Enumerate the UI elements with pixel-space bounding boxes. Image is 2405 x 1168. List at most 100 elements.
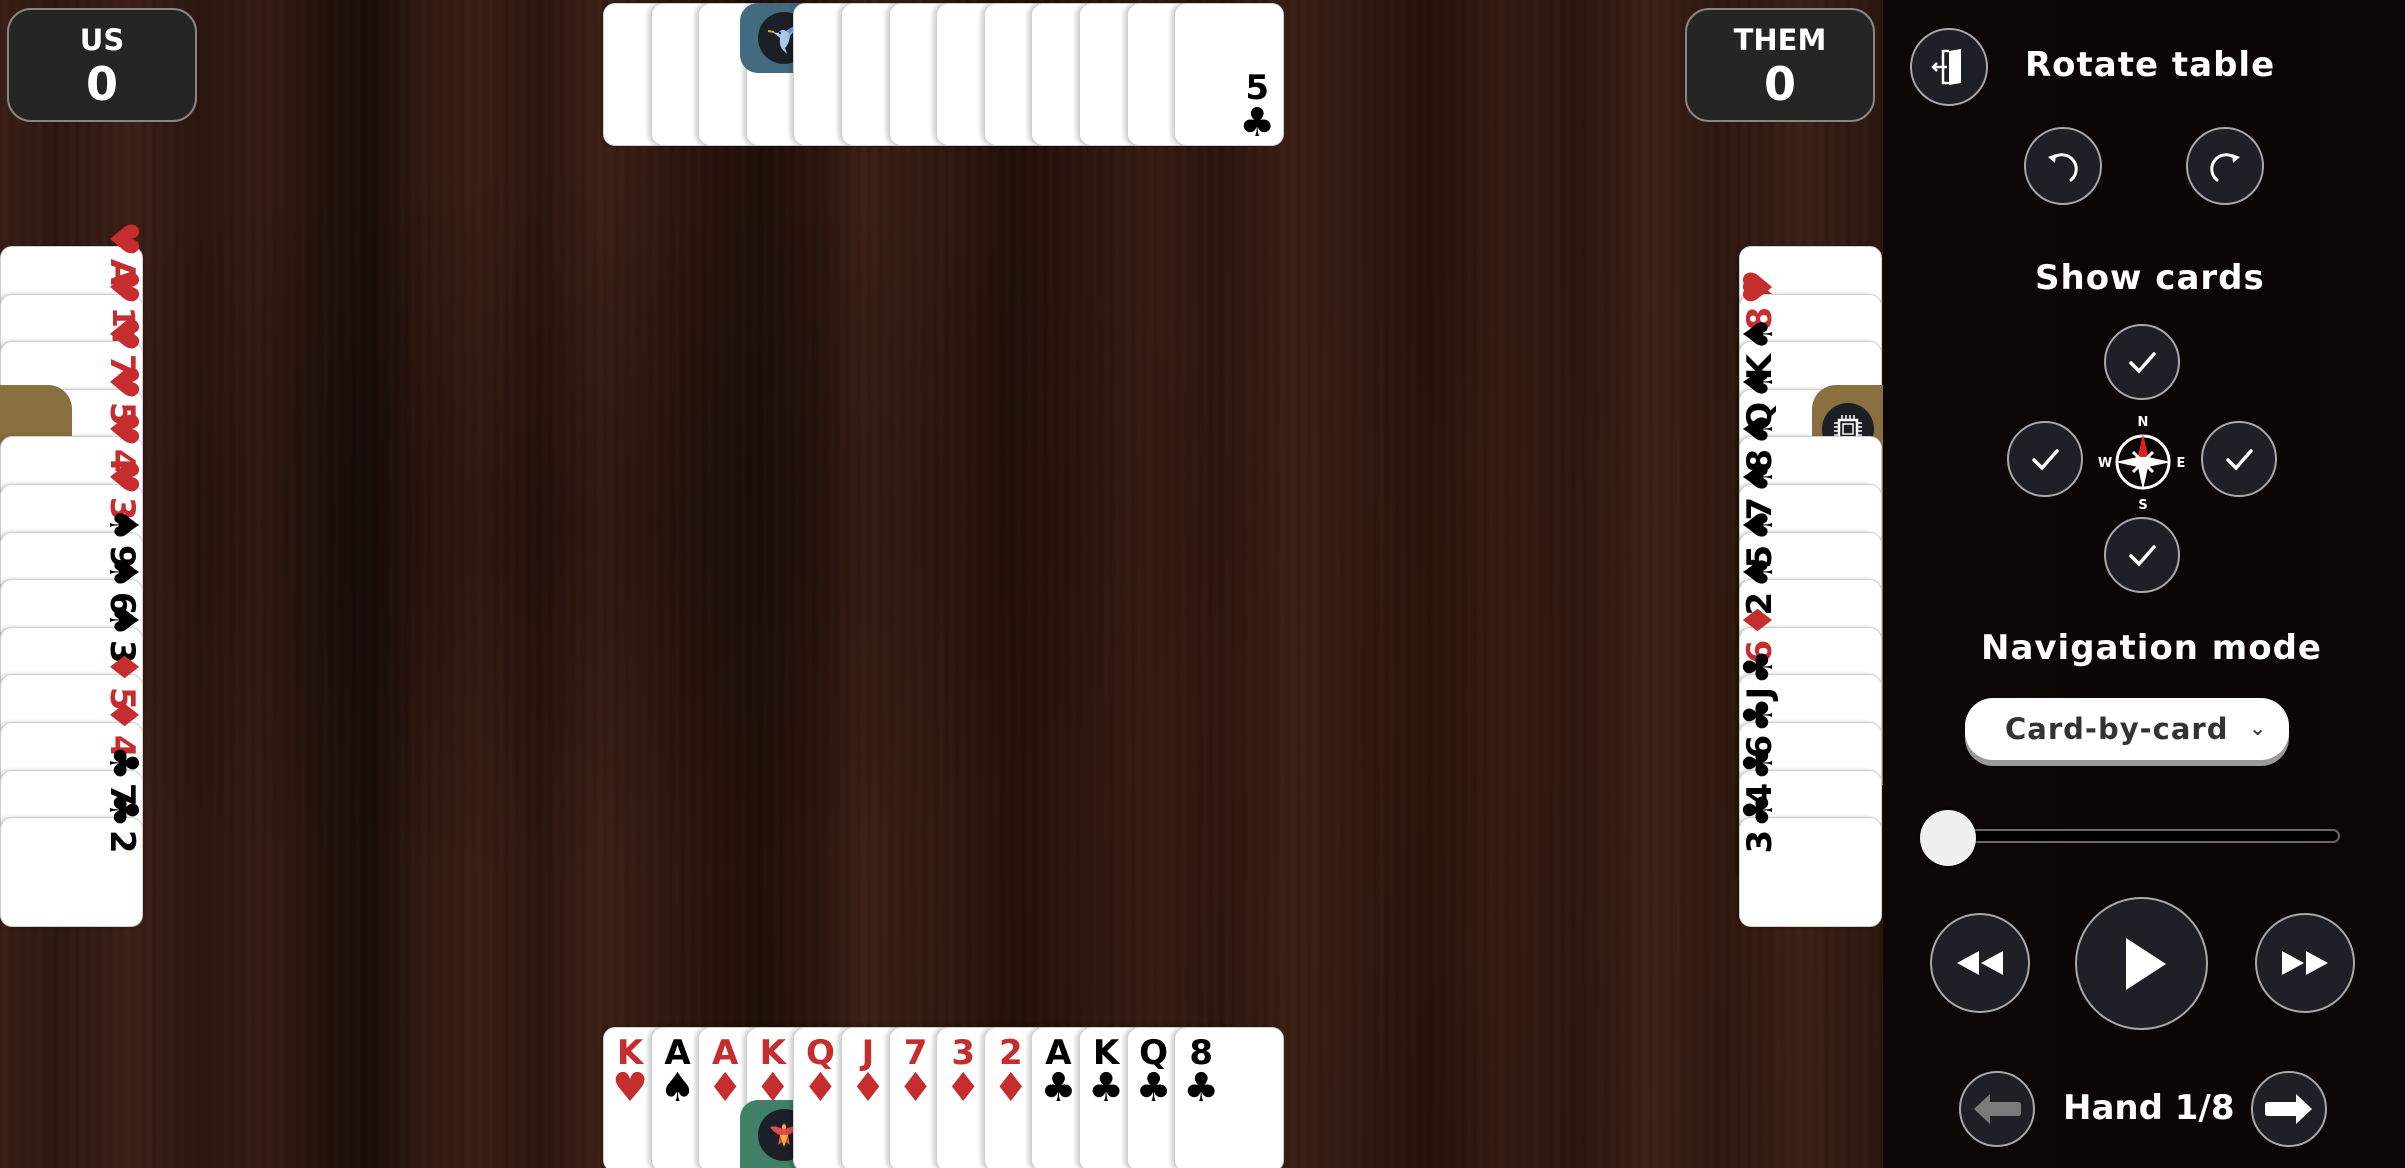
card-index: 3 ♦ [941, 1036, 985, 1108]
card-index: 7 ♦ [894, 1036, 938, 1108]
checkmark-icon [2032, 449, 2059, 471]
card-suit-icon: ♠ [659, 1065, 696, 1111]
compass-n-label: N [2138, 415, 2149, 430]
card-suit-icon: ♣ [1135, 1065, 1172, 1111]
card-suit-icon: ♠ [1736, 411, 1782, 448]
control-panel: Rotate table Show cards N S W E Navigati… [1883, 0, 2405, 1168]
card-index: K ♦ [751, 1036, 795, 1108]
card-suit-icon: ♥ [100, 459, 146, 495]
card-suit-icon: ♥ [1736, 268, 1782, 305]
navigation-mode-select[interactable]: Card-by-card ⌄ [1965, 698, 2289, 760]
rotate-ccw-icon [2048, 153, 2078, 182]
card-suit-icon: ♣ [100, 744, 146, 781]
rewind-button[interactable] [1930, 913, 2030, 1013]
card-index: A ♦ [703, 1036, 747, 1108]
score-them-value: 0 [1763, 57, 1796, 111]
arrow-right-icon [2265, 1094, 2312, 1124]
exit-door-icon [1931, 49, 1961, 85]
fast-forward-icon [2282, 951, 2328, 975]
card-suit-icon: ♣ [1183, 1065, 1220, 1111]
compass-icon: N S W E [2095, 414, 2191, 513]
show-cards-title: Show cards [2035, 258, 2265, 298]
card-suit-icon: ♣ [1040, 1065, 1077, 1111]
checkmark-icon [2129, 352, 2156, 374]
next-hand-button[interactable] [2251, 1071, 2327, 1147]
card-suit-icon: ♦ [992, 1065, 1029, 1111]
score-us: US 0 [7, 8, 197, 122]
rotate-clockwise-button[interactable] [2186, 127, 2264, 205]
card-suit-icon: ♠ [100, 506, 146, 543]
play-icon [2125, 937, 2166, 990]
checkmark-icon [2226, 449, 2253, 471]
navigation-mode-value: Card-by-card [2005, 712, 2229, 746]
card-suit-icon: ♦ [850, 1065, 886, 1111]
card-suit-icon: ♠ [1736, 363, 1782, 400]
rewind-icon [1957, 951, 2003, 975]
card-suit-icon: ♦ [897, 1065, 934, 1111]
card-index: A ♣ [1036, 1036, 1080, 1108]
play-button[interactable] [2075, 897, 2208, 1030]
card-rank: 2 [102, 830, 142, 854]
card-rank: 3 [1740, 830, 1780, 854]
card-suit-icon: ♥ [100, 411, 146, 448]
card-suit-icon: ♦ [802, 1065, 839, 1111]
previous-hand-button[interactable] [1959, 1071, 2035, 1147]
card-west[interactable]: 2 ♣ [0, 792, 146, 928]
exit-button[interactable] [1910, 28, 1988, 106]
rotate-counterclockwise-button[interactable] [2024, 127, 2102, 205]
card-suit-icon: ♣ [100, 792, 146, 829]
card-east[interactable]: 3 ♣ [1736, 792, 1882, 928]
navigation-mode-title: Navigation mode [1981, 628, 2322, 668]
card-suit-icon: ♥ [100, 363, 146, 400]
arrow-left-icon [1974, 1094, 2021, 1124]
card-suit-icon: ♣ [1736, 744, 1782, 781]
card-index: 3 ♣ [1736, 792, 1784, 892]
card-suit-icon: ♠ [1736, 316, 1782, 353]
card-suit-icon: ♦ [707, 1065, 744, 1111]
compass-e-label: E [2177, 456, 2186, 471]
card-suit-icon: ♥ [100, 316, 146, 353]
hand-progress-slider[interactable] [1938, 829, 2340, 843]
card-table: US 0 THEM 0 Q♥J♥6♥2♥J♠10♠4♠10♦9♦8♦10♣9♣5… [0, 0, 1883, 1168]
card-suit-icon: ♥ [100, 221, 146, 257]
card-suit-icon: ♦ [100, 697, 146, 733]
card-index: 8 ♣ [1179, 1036, 1223, 1108]
score-them-label: THEM [1733, 23, 1827, 57]
card-index: 2 ♣ [98, 792, 146, 892]
checkmark-icon [2129, 545, 2156, 567]
rotate-cw-icon [2210, 153, 2240, 182]
card-suit-icon: ♣ [1736, 697, 1782, 733]
score-them: THEM 0 [1685, 8, 1875, 122]
show-cards-north-toggle[interactable] [2104, 324, 2180, 400]
card-suit-icon: ♥ [100, 268, 146, 305]
card-suit-icon: ♥ [612, 1065, 648, 1111]
card-suit-icon: ♣ [1736, 649, 1782, 686]
card-suit-icon: ♠ [1736, 554, 1782, 591]
card-north[interactable]: 5 ♣ [1174, 3, 1285, 146]
card-index: K ♥ [608, 1036, 652, 1108]
card-index: J ♦ [846, 1036, 890, 1108]
card-suit-icon: ♣ [1088, 1065, 1124, 1111]
card-suit-icon: ♠ [100, 554, 146, 591]
card-index: 2 ♦ [989, 1036, 1033, 1108]
card-suit-icon: ♦ [1736, 601, 1782, 638]
card-suit-icon: ♠ [1736, 459, 1782, 495]
card-index: Q ♦ [798, 1036, 842, 1108]
card-south[interactable]: 8 ♣ [1174, 1027, 1285, 1168]
card-suit-icon: ♦ [100, 649, 146, 686]
show-cards-east-toggle[interactable] [2201, 421, 2277, 497]
card-index: A ♠ [656, 1036, 700, 1108]
card-index: 5 ♣ [1235, 71, 1279, 143]
card-suit-icon: ♦ [945, 1065, 982, 1111]
score-us-value: 0 [85, 57, 118, 111]
show-cards-west-toggle[interactable] [2007, 421, 2083, 497]
fast-forward-button[interactable] [2255, 913, 2355, 1013]
card-suit-icon: ♣ [1736, 792, 1782, 829]
hand-counter: Hand 1/8 [2063, 1088, 2235, 1128]
card-suit-icon: ♣ [1239, 100, 1276, 146]
show-cards-south-toggle[interactable] [2104, 517, 2180, 593]
chevron-down-icon: ⌄ [2249, 716, 2267, 740]
card-suit-icon: ♠ [100, 601, 146, 638]
slider-thumb[interactable] [1920, 810, 1976, 866]
compass-w-label: W [2098, 456, 2112, 471]
